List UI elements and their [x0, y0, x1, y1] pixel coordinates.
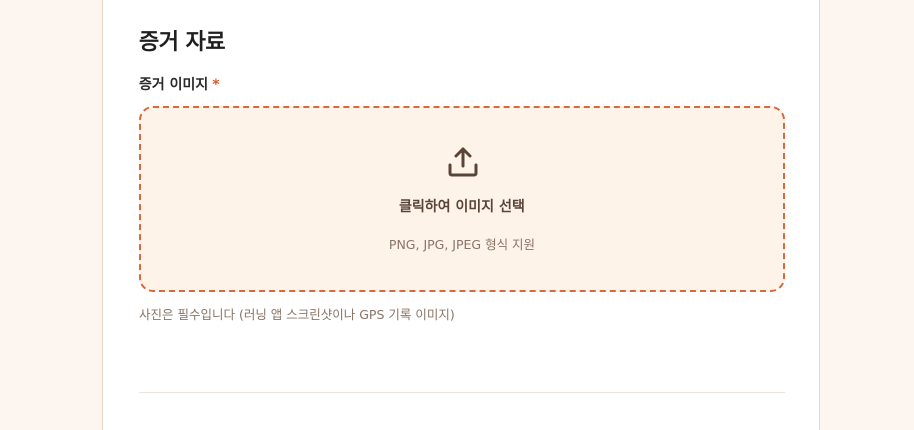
section-divider — [139, 392, 785, 393]
form-card: 증거 자료 증거 이미지 * 클릭하여 이미지 선택 PNG, JPG, JPEG… — [102, 0, 820, 430]
dropzone-title: 클릭하여 이미지 선택 — [399, 199, 525, 215]
section-title: 증거 자료 — [139, 30, 226, 55]
upload-icon — [448, 147, 478, 177]
dropzone-format-hint: PNG, JPG, JPEG 형식 지원 — [388, 237, 536, 252]
image-upload-dropzone[interactable]: 클릭하여 이미지 선택 PNG, JPG, JPEG 형식 지원 — [139, 106, 785, 292]
required-mark: * — [212, 77, 220, 93]
evidence-image-label-text: 증거 이미지 — [139, 77, 209, 93]
evidence-image-label: 증거 이미지 * — [139, 74, 220, 94]
evidence-help-text: 사진은 필수입니다 (러닝 앱 스크린샷이나 GPS 기록 이미지) — [139, 307, 455, 322]
